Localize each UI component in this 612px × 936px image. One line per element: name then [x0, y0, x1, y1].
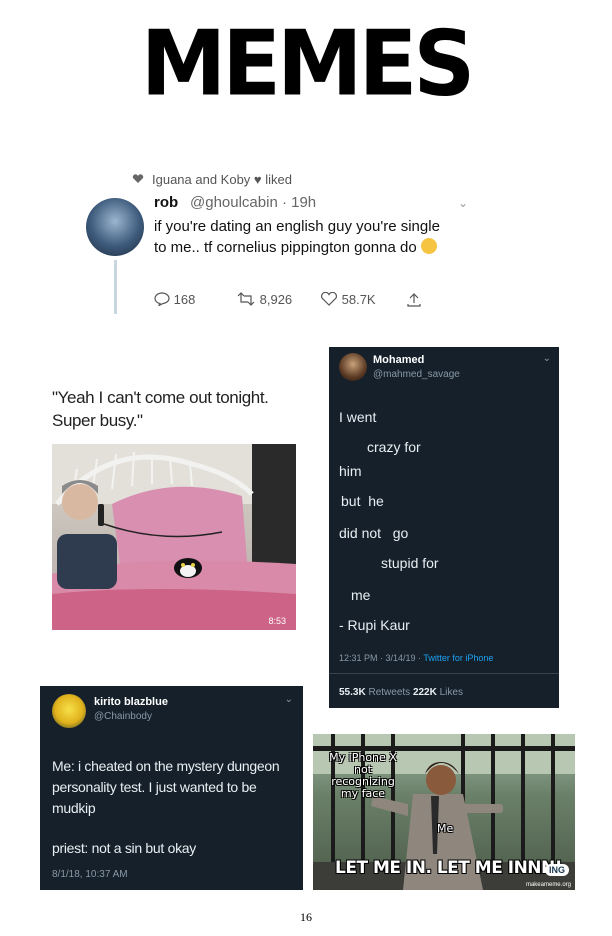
- tweet-client-link[interactable]: Twitter for iPhone: [423, 653, 493, 663]
- avatar[interactable]: [86, 198, 144, 256]
- retweet-button[interactable]: 8,926: [236, 292, 292, 307]
- like-count: 58.7K: [341, 292, 376, 307]
- tweet-text-content: if you're dating an english guy you're s…: [154, 218, 440, 256]
- handle: @Chainbody: [94, 711, 152, 722]
- thread-line: [114, 260, 117, 314]
- display-name[interactable]: rob: [154, 194, 178, 211]
- avatar[interactable]: [339, 353, 367, 381]
- poem-line: him: [339, 463, 362, 479]
- poem-line: stupid for: [381, 555, 439, 571]
- tweet-text-reply: priest: not a sin but okay: [52, 840, 196, 856]
- tweet-timestamp: 12:31 PM · 3/14/19 ·: [339, 653, 422, 663]
- image-timestamp: 8:53: [268, 616, 286, 626]
- meme-watermark: makeameme.org: [525, 882, 571, 888]
- heart-icon: [132, 174, 144, 183]
- avatar[interactable]: [52, 694, 86, 728]
- chevron-down-icon[interactable]: ⌄: [458, 196, 468, 210]
- meme-badge: ING: [544, 864, 569, 876]
- tweet-stats: 55.3K Retweets 222K Likes: [339, 687, 463, 698]
- retweets-label: Retweets: [368, 687, 411, 698]
- tweet-timestamp: 8/1/18, 10:37 AM: [52, 869, 128, 880]
- retweet-count[interactable]: 55.3K: [339, 687, 366, 698]
- tweet-text: Me: i cheated on the mystery dungeon per…: [52, 758, 280, 816]
- meme-caption: LET ME IN. LET ME INNN!: [335, 858, 563, 878]
- share-icon: [407, 293, 421, 307]
- share-button[interactable]: [406, 292, 422, 311]
- poem-line: - Rupi Kaur: [339, 617, 410, 633]
- liked-by-text: Iguana and Koby ♥ liked: [152, 172, 292, 187]
- handle: @mahmed_savage: [373, 369, 460, 380]
- eric-andre-meme: My iPhone X not recognizing my face Me L…: [313, 734, 575, 890]
- tweet-mohamed: Mohamed @mahmed_savage ⌄ I went crazy fo…: [329, 347, 559, 708]
- chevron-down-icon[interactable]: ⌄: [285, 694, 293, 705]
- tweet-rob: Iguana and Koby ♥ liked rob @ghoulcabin …: [86, 168, 486, 318]
- meme-label-me: Me: [437, 822, 454, 835]
- poem-line: crazy for: [367, 439, 421, 455]
- handle-time: @ghoulcabin · 19h: [190, 194, 317, 211]
- display-name[interactable]: kirito blazblue: [94, 696, 168, 708]
- reply-icon: [154, 292, 170, 307]
- reply-button[interactable]: 168: [154, 292, 195, 307]
- poem-line: did not go: [339, 525, 409, 541]
- tweet-kirito: kirito blazblue @Chainbody ⌄ Me: i cheat…: [40, 686, 303, 890]
- woman-on-phone-photo: 8:53: [52, 444, 296, 630]
- display-name[interactable]: Mohamed: [373, 354, 424, 366]
- page-title: MEMES: [140, 11, 476, 117]
- chevron-down-icon[interactable]: ⌄: [543, 353, 551, 364]
- page-number: 16: [300, 910, 312, 924]
- quote-text: "Yeah I can't come out tonight. Super bu…: [52, 388, 269, 430]
- bed-illustration: [52, 444, 296, 630]
- meme-label-phone: My iPhone X not recognizing my face: [329, 751, 397, 800]
- tweet-meta: 12:31 PM · 3/14/19 · Twitter for iPhone: [339, 653, 493, 663]
- crying-face-icon: [420, 238, 437, 254]
- likes-label: Likes: [439, 687, 463, 698]
- like-button[interactable]: 58.7K: [320, 291, 376, 307]
- poem-line: but he: [341, 493, 384, 509]
- heart-outline-icon: [321, 291, 337, 306]
- divider: [329, 673, 559, 674]
- retweet-count: 8,926: [259, 292, 293, 307]
- poem-line: me: [351, 587, 371, 603]
- poem-line: I went: [339, 409, 377, 425]
- reply-count: 168: [173, 292, 196, 307]
- tweet-text: if you're dating an english guy you're s…: [154, 216, 454, 258]
- like-count[interactable]: 222K: [413, 687, 437, 698]
- retweet-icon: [237, 292, 255, 306]
